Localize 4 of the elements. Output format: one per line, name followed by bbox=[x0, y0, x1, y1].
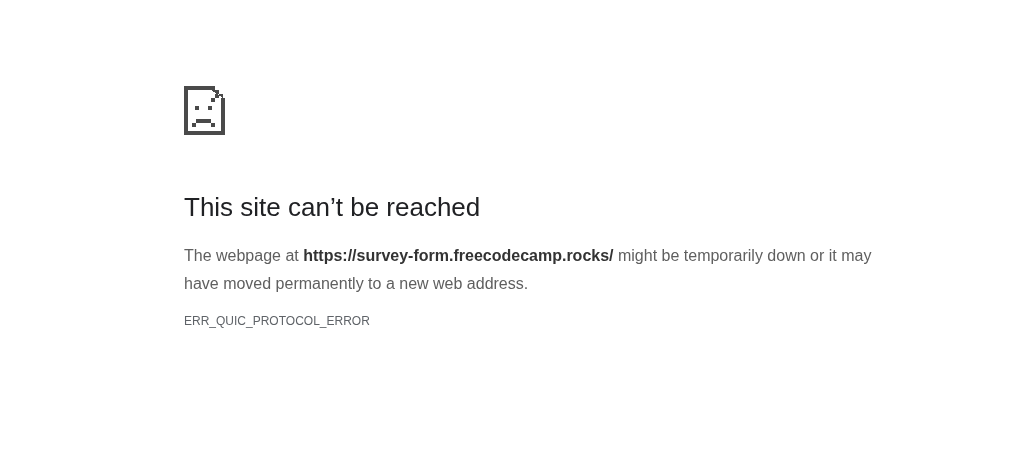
error-code: ERR_QUIC_PROTOCOL_ERROR bbox=[184, 313, 370, 330]
sad-page-icon bbox=[184, 86, 225, 135]
error-message: The webpage at https://survey-form.freecodecamp.rocks/ might be temporarily down or it may have moved permanently to a new web address. bbox=[184, 246, 873, 294]
error-heading: This site can’t be reached bbox=[184, 191, 481, 224]
